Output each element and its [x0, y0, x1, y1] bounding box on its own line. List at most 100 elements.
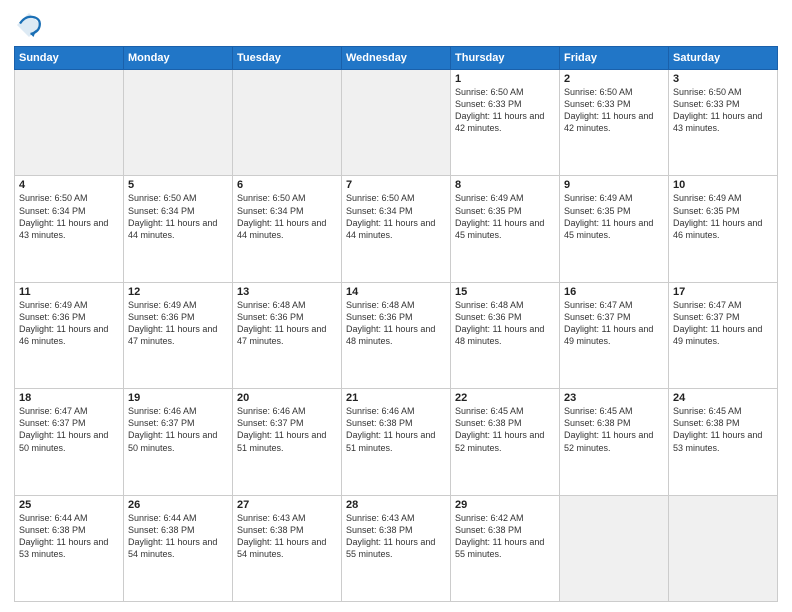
calendar-cell: 1Sunrise: 6:50 AMSunset: 6:33 PMDaylight… [451, 70, 560, 176]
calendar-cell: 9Sunrise: 6:49 AMSunset: 6:35 PMDaylight… [560, 176, 669, 282]
day-number: 29 [455, 499, 555, 511]
day-info: Sunrise: 6:47 AMSunset: 6:37 PMDaylight:… [564, 299, 664, 348]
day-info: Sunrise: 6:49 AMSunset: 6:36 PMDaylight:… [128, 299, 228, 348]
calendar-cell [560, 495, 669, 601]
calendar-cell: 27Sunrise: 6:43 AMSunset: 6:38 PMDayligh… [233, 495, 342, 601]
calendar-cell: 20Sunrise: 6:46 AMSunset: 6:37 PMDayligh… [233, 389, 342, 495]
day-number: 22 [455, 392, 555, 404]
calendar-cell: 17Sunrise: 6:47 AMSunset: 6:37 PMDayligh… [669, 282, 778, 388]
calendar-cell: 25Sunrise: 6:44 AMSunset: 6:38 PMDayligh… [15, 495, 124, 601]
day-info: Sunrise: 6:48 AMSunset: 6:36 PMDaylight:… [237, 299, 337, 348]
calendar-header-tuesday: Tuesday [233, 47, 342, 70]
day-info: Sunrise: 6:43 AMSunset: 6:38 PMDaylight:… [346, 512, 446, 561]
logo [14, 10, 48, 40]
day-info: Sunrise: 6:50 AMSunset: 6:34 PMDaylight:… [128, 192, 228, 241]
day-info: Sunrise: 6:49 AMSunset: 6:36 PMDaylight:… [19, 299, 119, 348]
day-info: Sunrise: 6:50 AMSunset: 6:33 PMDaylight:… [455, 86, 555, 135]
calendar-cell: 13Sunrise: 6:48 AMSunset: 6:36 PMDayligh… [233, 282, 342, 388]
calendar-cell: 22Sunrise: 6:45 AMSunset: 6:38 PMDayligh… [451, 389, 560, 495]
calendar-cell [15, 70, 124, 176]
calendar-cell: 28Sunrise: 6:43 AMSunset: 6:38 PMDayligh… [342, 495, 451, 601]
calendar-cell: 16Sunrise: 6:47 AMSunset: 6:37 PMDayligh… [560, 282, 669, 388]
day-number: 17 [673, 286, 773, 298]
calendar-cell [669, 495, 778, 601]
day-info: Sunrise: 6:44 AMSunset: 6:38 PMDaylight:… [19, 512, 119, 561]
day-info: Sunrise: 6:45 AMSunset: 6:38 PMDaylight:… [673, 405, 773, 454]
day-info: Sunrise: 6:49 AMSunset: 6:35 PMDaylight:… [673, 192, 773, 241]
day-number: 25 [19, 499, 119, 511]
day-number: 1 [455, 73, 555, 85]
calendar-cell: 8Sunrise: 6:49 AMSunset: 6:35 PMDaylight… [451, 176, 560, 282]
calendar-cell: 26Sunrise: 6:44 AMSunset: 6:38 PMDayligh… [124, 495, 233, 601]
day-number: 14 [346, 286, 446, 298]
header [14, 10, 778, 40]
day-info: Sunrise: 6:46 AMSunset: 6:37 PMDaylight:… [237, 405, 337, 454]
day-info: Sunrise: 6:46 AMSunset: 6:37 PMDaylight:… [128, 405, 228, 454]
day-number: 20 [237, 392, 337, 404]
calendar-header-wednesday: Wednesday [342, 47, 451, 70]
day-info: Sunrise: 6:42 AMSunset: 6:38 PMDaylight:… [455, 512, 555, 561]
calendar-week-2: 4Sunrise: 6:50 AMSunset: 6:34 PMDaylight… [15, 176, 778, 282]
calendar-cell: 29Sunrise: 6:42 AMSunset: 6:38 PMDayligh… [451, 495, 560, 601]
day-number: 24 [673, 392, 773, 404]
calendar-cell: 5Sunrise: 6:50 AMSunset: 6:34 PMDaylight… [124, 176, 233, 282]
calendar-cell: 4Sunrise: 6:50 AMSunset: 6:34 PMDaylight… [15, 176, 124, 282]
day-number: 4 [19, 179, 119, 191]
day-info: Sunrise: 6:50 AMSunset: 6:34 PMDaylight:… [346, 192, 446, 241]
day-number: 18 [19, 392, 119, 404]
calendar-cell: 3Sunrise: 6:50 AMSunset: 6:33 PMDaylight… [669, 70, 778, 176]
calendar-cell: 15Sunrise: 6:48 AMSunset: 6:36 PMDayligh… [451, 282, 560, 388]
day-number: 16 [564, 286, 664, 298]
calendar-table: SundayMondayTuesdayWednesdayThursdayFrid… [14, 46, 778, 602]
day-number: 23 [564, 392, 664, 404]
day-number: 11 [19, 286, 119, 298]
calendar-cell: 11Sunrise: 6:49 AMSunset: 6:36 PMDayligh… [15, 282, 124, 388]
day-number: 27 [237, 499, 337, 511]
day-info: Sunrise: 6:50 AMSunset: 6:34 PMDaylight:… [19, 192, 119, 241]
day-number: 28 [346, 499, 446, 511]
day-info: Sunrise: 6:50 AMSunset: 6:33 PMDaylight:… [673, 86, 773, 135]
calendar-cell: 14Sunrise: 6:48 AMSunset: 6:36 PMDayligh… [342, 282, 451, 388]
calendar-week-1: 1Sunrise: 6:50 AMSunset: 6:33 PMDaylight… [15, 70, 778, 176]
day-number: 7 [346, 179, 446, 191]
day-info: Sunrise: 6:44 AMSunset: 6:38 PMDaylight:… [128, 512, 228, 561]
day-number: 12 [128, 286, 228, 298]
page: SundayMondayTuesdayWednesdayThursdayFrid… [0, 0, 792, 612]
calendar-cell: 18Sunrise: 6:47 AMSunset: 6:37 PMDayligh… [15, 389, 124, 495]
calendar-cell: 12Sunrise: 6:49 AMSunset: 6:36 PMDayligh… [124, 282, 233, 388]
day-number: 2 [564, 73, 664, 85]
day-number: 10 [673, 179, 773, 191]
day-info: Sunrise: 6:47 AMSunset: 6:37 PMDaylight:… [673, 299, 773, 348]
calendar-header-monday: Monday [124, 47, 233, 70]
day-number: 8 [455, 179, 555, 191]
calendar-header-friday: Friday [560, 47, 669, 70]
day-number: 26 [128, 499, 228, 511]
day-info: Sunrise: 6:45 AMSunset: 6:38 PMDaylight:… [455, 405, 555, 454]
calendar-week-5: 25Sunrise: 6:44 AMSunset: 6:38 PMDayligh… [15, 495, 778, 601]
day-info: Sunrise: 6:43 AMSunset: 6:38 PMDaylight:… [237, 512, 337, 561]
day-info: Sunrise: 6:49 AMSunset: 6:35 PMDaylight:… [455, 192, 555, 241]
day-number: 6 [237, 179, 337, 191]
calendar-header-sunday: Sunday [15, 47, 124, 70]
calendar-week-4: 18Sunrise: 6:47 AMSunset: 6:37 PMDayligh… [15, 389, 778, 495]
calendar-cell [342, 70, 451, 176]
day-number: 9 [564, 179, 664, 191]
calendar-cell: 21Sunrise: 6:46 AMSunset: 6:38 PMDayligh… [342, 389, 451, 495]
calendar-header-thursday: Thursday [451, 47, 560, 70]
calendar-header-row: SundayMondayTuesdayWednesdayThursdayFrid… [15, 47, 778, 70]
day-number: 13 [237, 286, 337, 298]
day-number: 3 [673, 73, 773, 85]
calendar-header-saturday: Saturday [669, 47, 778, 70]
calendar-cell: 6Sunrise: 6:50 AMSunset: 6:34 PMDaylight… [233, 176, 342, 282]
calendar-cell [124, 70, 233, 176]
calendar-cell: 23Sunrise: 6:45 AMSunset: 6:38 PMDayligh… [560, 389, 669, 495]
calendar-cell: 2Sunrise: 6:50 AMSunset: 6:33 PMDaylight… [560, 70, 669, 176]
day-info: Sunrise: 6:48 AMSunset: 6:36 PMDaylight:… [346, 299, 446, 348]
day-number: 19 [128, 392, 228, 404]
day-number: 15 [455, 286, 555, 298]
day-number: 5 [128, 179, 228, 191]
calendar-cell: 10Sunrise: 6:49 AMSunset: 6:35 PMDayligh… [669, 176, 778, 282]
day-info: Sunrise: 6:49 AMSunset: 6:35 PMDaylight:… [564, 192, 664, 241]
calendar-cell: 19Sunrise: 6:46 AMSunset: 6:37 PMDayligh… [124, 389, 233, 495]
calendar-cell [233, 70, 342, 176]
